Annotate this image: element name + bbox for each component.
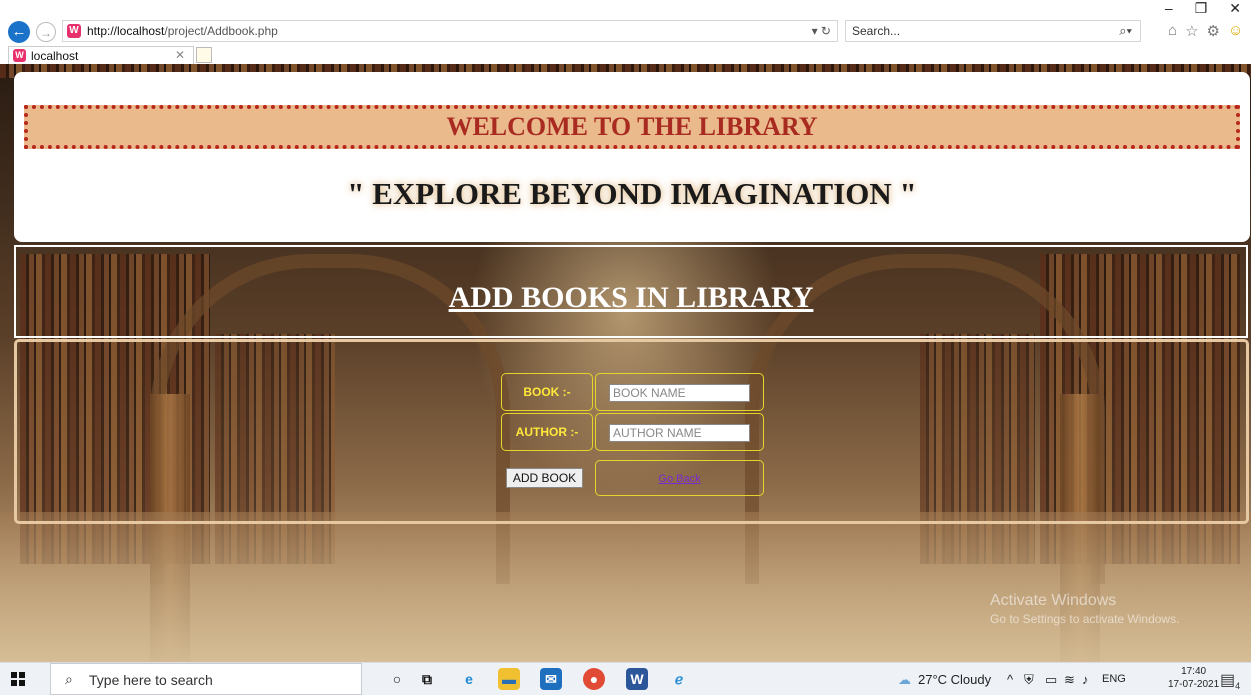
activate-windows-subtitle: Go to Settings to activate Windows. <box>990 612 1180 626</box>
clock-time: 17:40 <box>1181 666 1207 677</box>
browser-search-placeholder: Search... <box>852 24 901 38</box>
weather-icon[interactable]: ☁ <box>898 672 911 688</box>
chrome-icon[interactable]: ● <box>583 668 605 690</box>
clock[interactable]: 17:40 17-07-2021 <box>1168 665 1219 691</box>
feedback-smiley-icon[interactable]: ☺ <box>1228 22 1243 40</box>
taskbar-search-icon: ⌕ <box>65 671 73 687</box>
back-button[interactable]: ← <box>8 21 30 43</box>
tagline: " EXPLORE BEYOND IMAGINATION " <box>347 176 917 211</box>
site-favicon-icon: W <box>67 24 81 38</box>
header-panel: WELCOME TO THE LIBRARY " EXPLORE BEYOND … <box>14 72 1250 242</box>
forward-button[interactable]: → <box>36 22 56 42</box>
security-shield-icon[interactable]: ⛨ <box>1024 672 1034 688</box>
welcome-banner: WELCOME TO THE LIBRARY <box>24 105 1240 149</box>
author-name-input[interactable] <box>609 424 750 442</box>
address-bar[interactable]: W http://localhost/project/Addbook.php ▾… <box>62 20 838 42</box>
author-label: AUTHOR :- <box>515 425 579 439</box>
browser-search-box[interactable]: Search... ⌕▾ <box>845 20 1141 42</box>
refresh-icon[interactable]: ▾ ↻ <box>812 24 831 38</box>
home-icon[interactable]: ⌂ <box>1168 22 1177 40</box>
close-window-button[interactable]: ✕ <box>1229 0 1241 20</box>
go-back-cell: Go Back <box>595 460 764 496</box>
battery-icon[interactable]: ▭ <box>1045 672 1057 688</box>
favorites-star-icon[interactable]: ☆ <box>1185 22 1198 40</box>
notification-count: 4 <box>1235 681 1241 692</box>
taskbar-search-box[interactable]: ⌕ Type here to search <box>50 663 362 695</box>
author-label-cell: AUTHOR :- <box>501 413 593 451</box>
url-text: http://localhost/project/Addbook.php <box>87 24 278 38</box>
mail-icon[interactable]: ✉ <box>540 668 562 690</box>
taskbar: ⌕ Type here to search ○ ⧉ e ▬ ✉ ● W ℯ ☁ … <box>0 662 1251 695</box>
cortana-icon[interactable]: ○ <box>386 668 408 690</box>
taskbar-search-placeholder: Type here to search <box>89 672 213 688</box>
activate-windows-watermark: Activate Windows Go to Settings to activ… <box>990 592 1179 626</box>
wifi-icon[interactable]: ≋ <box>1064 672 1075 688</box>
new-tab-icon[interactable] <box>196 47 212 63</box>
author-input-cell <box>595 413 764 451</box>
browser-tab[interactable]: W localhost ✕ <box>8 46 194 64</box>
internet-explorer-icon[interactable]: ℯ <box>668 668 690 690</box>
browser-toolbar-icons: ⌂ ☆ ⚙ ☺ <box>1168 22 1243 40</box>
file-explorer-icon[interactable]: ▬ <box>498 668 520 690</box>
go-back-link[interactable]: Go Back <box>658 473 700 485</box>
book-label: BOOK :- <box>523 385 571 399</box>
page-title: ADD BOOKS IN LIBRARY <box>448 281 814 314</box>
volume-icon[interactable]: ♪ <box>1082 672 1089 687</box>
book-name-input[interactable] <box>609 384 750 402</box>
word-icon[interactable]: W <box>626 668 648 690</box>
book-label-cell: BOOK :- <box>501 373 593 411</box>
page-viewport: WELCOME TO THE LIBRARY " EXPLORE BEYOND … <box>0 64 1251 662</box>
background-floor <box>0 512 1251 662</box>
welcome-text: WELCOME TO THE LIBRARY <box>446 112 818 141</box>
clock-date: 17-07-2021 <box>1168 679 1220 690</box>
task-view-icon[interactable]: ⧉ <box>416 668 438 690</box>
tray-chevron-icon[interactable]: ^ <box>1007 672 1013 687</box>
tab-close-icon[interactable]: ✕ <box>175 48 185 62</box>
tab-title: localhost <box>31 49 79 63</box>
windows-start-icon[interactable] <box>11 672 25 686</box>
tab-favicon-icon: W <box>13 49 26 62</box>
restore-button[interactable]: ❐ <box>1195 0 1208 20</box>
notification-center-icon[interactable]: ▤4 <box>1220 670 1240 691</box>
weather-text[interactable]: 27°C Cloudy <box>918 672 991 687</box>
activate-windows-title: Activate Windows <box>990 592 1117 609</box>
language-indicator[interactable]: ENG <box>1102 673 1126 685</box>
search-icon[interactable]: ⌕▾ <box>1119 23 1132 39</box>
minimize-button[interactable]: – <box>1165 0 1173 20</box>
edge-icon[interactable]: e <box>458 668 480 690</box>
window-controls: – ❐ ✕ <box>1165 0 1241 20</box>
add-book-button[interactable]: ADD BOOK <box>506 468 583 488</box>
browser-chrome: – ❐ ✕ ← → W http://localhost/project/Add… <box>0 0 1251 64</box>
settings-gear-icon[interactable]: ⚙ <box>1207 22 1220 40</box>
book-input-cell <box>595 373 764 411</box>
title-band: ADD BOOKS IN LIBRARY <box>14 245 1248 338</box>
